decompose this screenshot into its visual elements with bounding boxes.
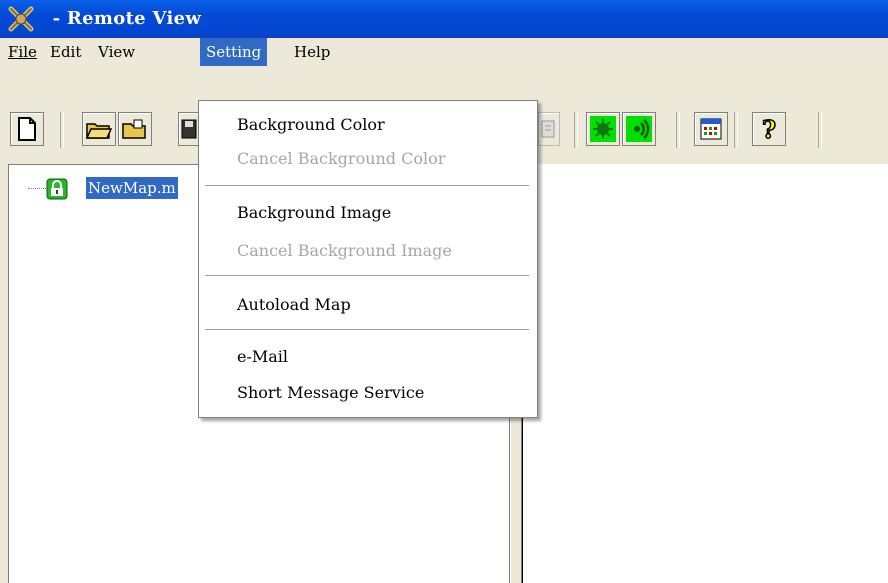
menu-item-background-image[interactable]: Background Image (237, 201, 391, 225)
menu-file[interactable]: File (2, 42, 43, 62)
menu-item-background-color[interactable]: Background Color (237, 113, 385, 137)
green-signal-button[interactable] (622, 112, 656, 146)
green-bug-icon (590, 116, 616, 142)
open-button[interactable] (118, 112, 152, 146)
map-view-pane[interactable] (522, 164, 888, 583)
tree-connector (28, 188, 46, 189)
title-bar: - Remote View (0, 0, 888, 38)
menu-edit[interactable]: Edit (44, 42, 87, 62)
menu-file-label: File (8, 43, 37, 61)
calendar-button[interactable] (694, 112, 728, 146)
svg-text:?: ? (762, 116, 776, 142)
menu-view[interactable]: View (92, 42, 141, 62)
menu-setting[interactable]: Setting (200, 38, 268, 66)
save-button[interactable] (178, 112, 200, 146)
open-folder-icon (86, 123, 112, 139)
setting-dropdown-menu: Background Color Cancel Background Color… (198, 100, 538, 418)
menu-item-autoload-map[interactable]: Autoload Map (237, 293, 351, 317)
help-question-icon: ? (761, 116, 777, 142)
open-icon (122, 119, 146, 139)
green-bug-button[interactable] (586, 112, 620, 146)
open-folder-button[interactable] (82, 112, 116, 146)
toolbar-separator (574, 112, 578, 148)
help-button[interactable]: ? (752, 112, 786, 146)
toolbar-separator (734, 112, 738, 148)
new-file-button[interactable] (10, 112, 44, 146)
menu-item-cancel-background-color: Cancel Background Color (237, 149, 446, 168)
remote-view-app-icon[interactable] (7, 5, 35, 33)
menu-help[interactable]: Help (288, 42, 336, 62)
toolbar-separator (818, 112, 822, 148)
new-file-icon (18, 117, 36, 141)
map-lock-icon[interactable] (46, 178, 68, 200)
menu-setting-label: Setting (206, 43, 262, 61)
menu-edit-label: Edit (50, 43, 82, 61)
menu-item-email[interactable]: e-Mail (237, 345, 288, 369)
menu-help-label: Help (294, 43, 331, 61)
menu-separator (205, 329, 529, 330)
menu-item-cancel-background-image: Cancel Background Image (237, 241, 452, 260)
menu-item-short-message-service[interactable]: Short Message Service (237, 381, 424, 405)
calendar-grid-icon (700, 118, 722, 140)
menu-bar: File Edit View Setting Help (0, 38, 888, 66)
save-icon (181, 119, 197, 139)
green-signal-icon (626, 116, 652, 142)
tree-node-newmap[interactable]: NewMap.m (86, 177, 178, 199)
toolbar-separator (676, 112, 680, 148)
window-title: - Remote View (46, 8, 202, 29)
menu-separator (205, 185, 529, 186)
toolbar-separator (60, 112, 64, 148)
menu-view-label: View (98, 43, 136, 61)
print-button[interactable] (538, 112, 560, 146)
print-icon (541, 120, 555, 138)
menu-separator (205, 275, 529, 276)
